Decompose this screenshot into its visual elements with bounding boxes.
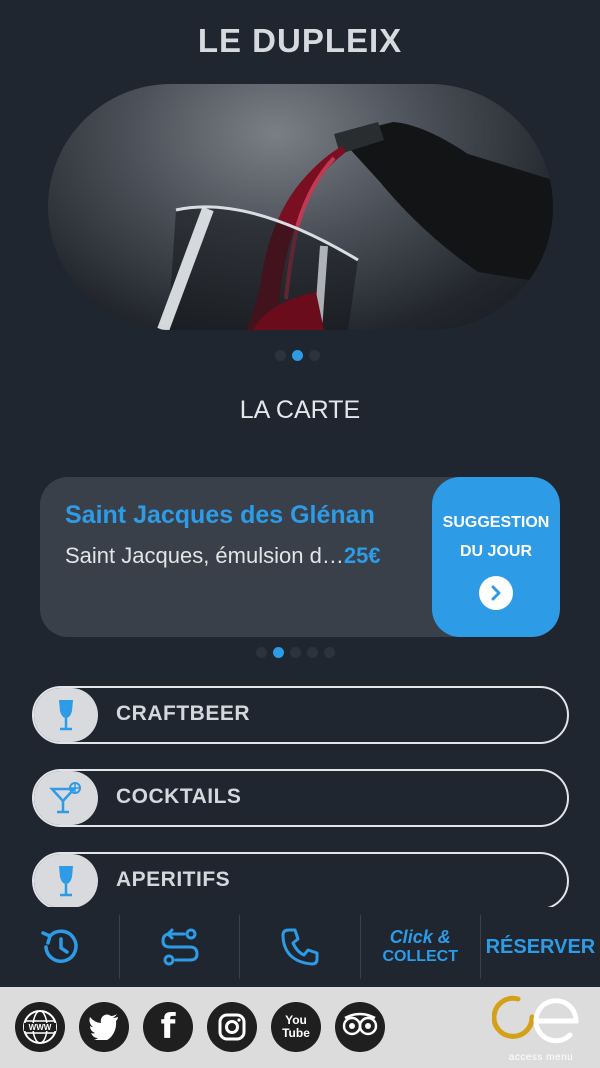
carousel-dot[interactable] — [324, 647, 335, 658]
hero-image[interactable] — [48, 84, 553, 330]
phone-icon — [281, 928, 319, 966]
chevron-right-icon[interactable] — [479, 576, 513, 610]
reserve-button[interactable]: RÉSERVER — [481, 915, 600, 979]
carousel-dot[interactable] — [256, 647, 267, 658]
carousel-dot[interactable] — [290, 647, 301, 658]
carousel-dot[interactable] — [275, 350, 286, 361]
suggestion-carousel-dots — [256, 647, 335, 658]
category-aperitifs[interactable]: APERITIFS — [32, 852, 569, 910]
suggestion-description-text: Saint Jacques, émulsion d… — [65, 543, 344, 568]
website-text: WWW — [29, 1023, 52, 1032]
carousel-dot[interactable] — [309, 350, 320, 361]
category-label: COCKTAILS — [116, 785, 242, 808]
instagram-icon[interactable] — [207, 1002, 257, 1052]
category-label: APERITIFS — [116, 868, 231, 891]
website-icon[interactable]: WWW — [15, 1002, 65, 1052]
route-icon — [161, 928, 199, 966]
phone-button[interactable] — [240, 915, 361, 979]
suggestion-tag-line1: SUGGESTION — [442, 514, 550, 531]
facebook-icon[interactable]: f — [143, 1002, 193, 1052]
carousel-dot-active[interactable] — [292, 350, 303, 361]
twitter-icon[interactable] — [79, 1002, 129, 1052]
click-and-collect-button[interactable]: Click & COLLECT — [361, 915, 481, 979]
carousel-dot-active[interactable] — [273, 647, 284, 658]
reserve-label: RÉSERVER — [485, 935, 596, 958]
suggestion-price: 25€ — [343, 543, 381, 568]
opening-hours-button[interactable] — [0, 915, 121, 979]
wine-pour-illustration — [157, 122, 553, 330]
category-craftbeer[interactable]: CRAFTBEER — [32, 686, 569, 744]
menu-section-title: LA CARTE — [239, 396, 361, 424]
cocktail-icon — [34, 771, 98, 825]
click-collect-line2: COLLECT — [382, 948, 458, 965]
click-collect-label: Click & COLLECT — [382, 927, 458, 967]
suggestion-tag-line2: DU JOUR — [459, 543, 532, 560]
category-label: CRAFTBEER — [116, 702, 250, 725]
history-clock-icon — [40, 929, 78, 963]
action-bar: Click & COLLECT RÉSERVER — [0, 907, 600, 987]
suggestion-dish-name: Saint Jacques des Glénan — [65, 501, 375, 529]
daily-suggestion-card[interactable]: Saint Jacques des Glénan Saint Jacques, … — [40, 477, 560, 637]
brand-name: access menu — [508, 1052, 574, 1063]
access-menu-logo: access menu — [491, 991, 590, 1065]
directions-button[interactable] — [120, 915, 241, 979]
footer-social-bar: WWW f You Tube access menu — [0, 987, 600, 1068]
category-cocktails[interactable]: COCKTAILS — [32, 769, 569, 827]
wine-glass-icon — [34, 688, 98, 742]
youtube-icon[interactable]: You Tube — [271, 1002, 321, 1052]
suggestion-description: Saint Jacques, émulsion d…25€ — [65, 543, 381, 569]
click-collect-line1: Click & — [389, 927, 451, 947]
tripadvisor-icon[interactable] — [335, 1002, 385, 1052]
page-title: LE DUPLEIX — [197, 22, 403, 59]
wine-glass-icon — [34, 854, 98, 908]
carousel-dot[interactable] — [307, 647, 318, 658]
suggestion-du-jour-button[interactable]: SUGGESTION DU JOUR — [432, 477, 560, 637]
hero-carousel-dots — [275, 350, 320, 361]
